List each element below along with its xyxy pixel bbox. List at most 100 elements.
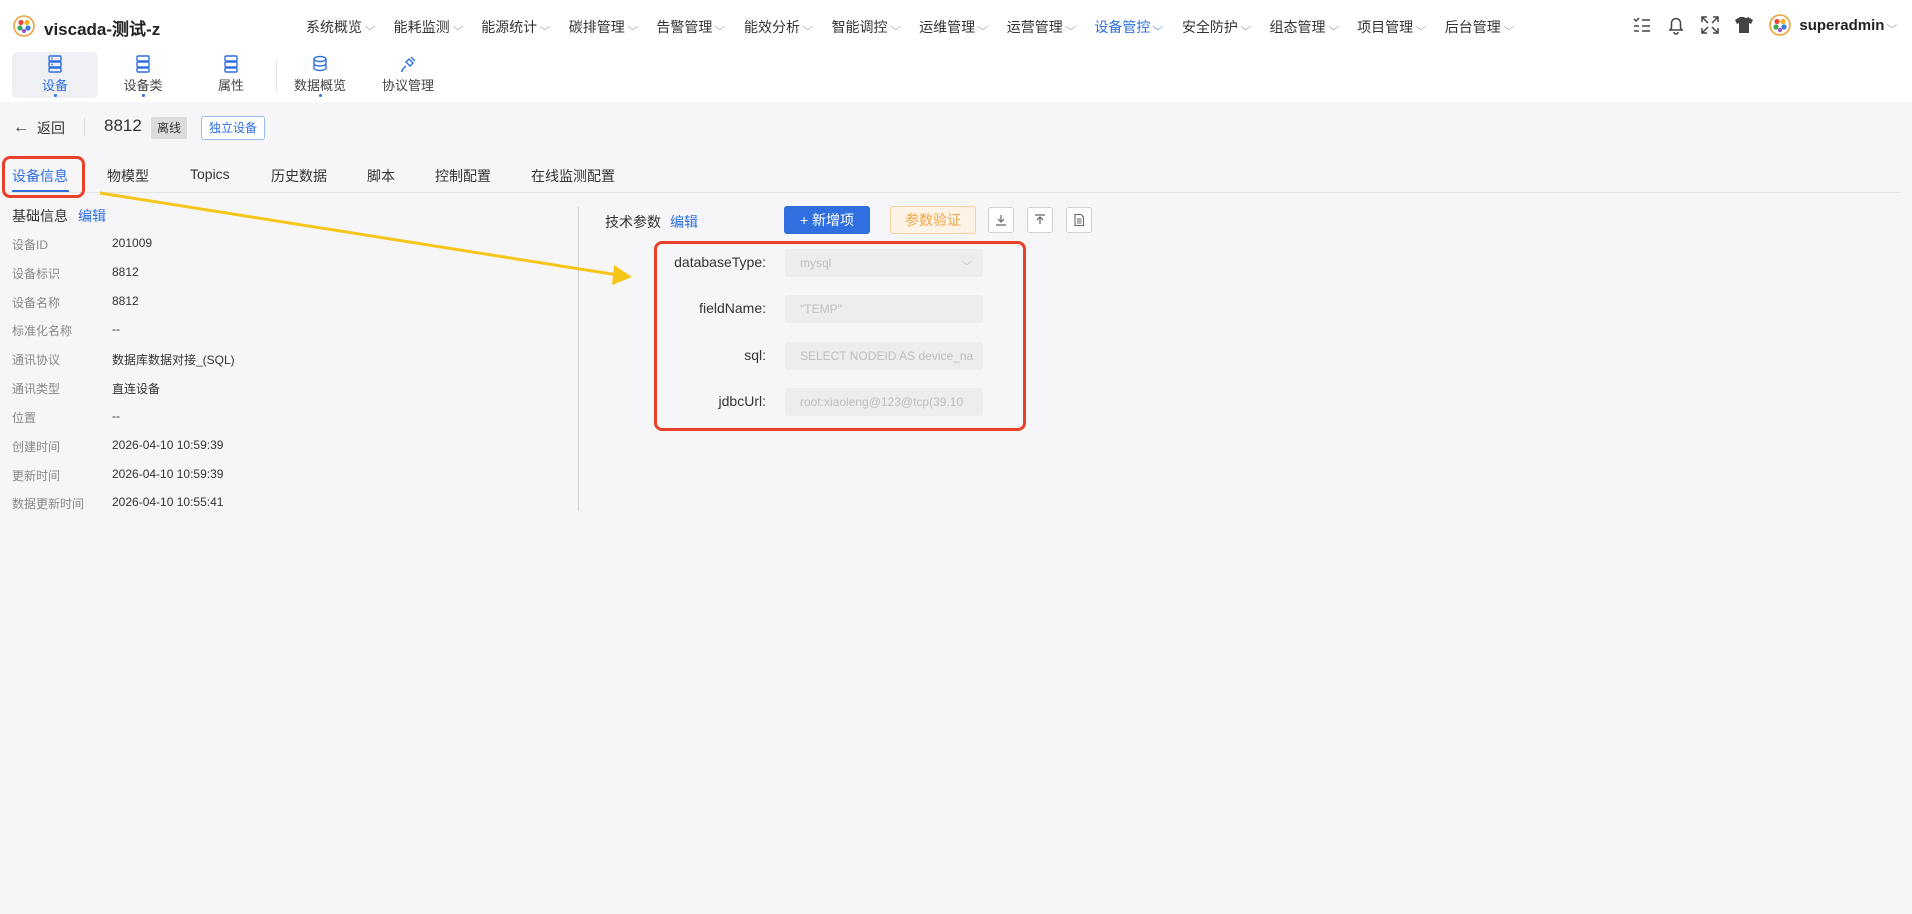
- menu-item-energy-stats[interactable]: 能源统计 ⌵: [481, 17, 550, 37]
- subtab-protocol[interactable]: 协议管理: [365, 52, 451, 98]
- sub-toolbar: 设备 设备类 属性 数据概览 协议管理: [0, 52, 1912, 102]
- info-key: 设备名称: [12, 296, 61, 310]
- device-class-icon: [136, 55, 150, 73]
- menu-item-backend[interactable]: 后台管理 ⌵: [1445, 17, 1514, 37]
- info-key: 数据更新时间: [12, 497, 85, 511]
- basic-info-title: 基础信息: [12, 208, 68, 224]
- document-button[interactable]: [1066, 207, 1092, 233]
- back-label: 返回: [37, 120, 65, 136]
- subtab-data-overview[interactable]: 数据概览: [277, 52, 363, 98]
- annotation-highlight-params: [654, 241, 1026, 431]
- menu-item-operations[interactable]: 运营管理 ⌵: [1007, 17, 1076, 37]
- user-name[interactable]: superadmin: [1799, 17, 1884, 34]
- arrow-left-icon: ←: [13, 119, 29, 136]
- subtab-device-class[interactable]: 设备类: [100, 52, 186, 98]
- info-value: 8812: [112, 294, 139, 308]
- info-value: --: [112, 322, 120, 336]
- document-icon: [1074, 213, 1085, 227]
- task-list-icon[interactable]: [1631, 14, 1653, 36]
- tab-topics[interactable]: Topics: [190, 166, 230, 182]
- menu-item-config[interactable]: 组态管理 ⌵: [1270, 17, 1339, 37]
- subtab-label: 属性: [217, 78, 244, 93]
- avatar-icon[interactable]: [1769, 14, 1792, 36]
- chevron-down-icon: ⌵: [1415, 21, 1427, 33]
- tab-history-data[interactable]: 历史数据: [271, 166, 327, 186]
- database-icon: [313, 55, 327, 72]
- attribute-icon: [224, 55, 238, 73]
- annotation-arrow: [99, 191, 632, 285]
- tab-thing-model[interactable]: 物模型: [107, 166, 149, 186]
- info-value: 2026-04-10 10:59:39: [112, 438, 224, 452]
- status-badge: 离线: [151, 117, 188, 139]
- top-navbar: viscada-测试-z 系统概览 ⌵ 能耗监测 ⌵ 能源统计 ⌵ 碳排管理 ⌵ 告警管…: [0, 0, 1912, 52]
- column-divider: [578, 207, 579, 511]
- theme-shirt-icon[interactable]: [1733, 14, 1755, 36]
- info-value: 2026-04-10 10:55:41: [112, 495, 224, 509]
- device-type-badge: 独立设备: [201, 116, 266, 140]
- menu-item-alarm[interactable]: 告警管理 ⌵: [656, 17, 726, 37]
- info-key: 创建时间: [12, 440, 61, 454]
- detail-tabs: 设备信息 物模型 Topics 历史数据 脚本 控制配置 在线监测配置: [0, 166, 1900, 193]
- subtab-device[interactable]: 设备: [12, 52, 98, 98]
- info-value: 8812: [112, 265, 139, 279]
- add-item-button[interactable]: + 新增项: [784, 206, 870, 234]
- top-right-tools: superadmin ⌵: [1619, 14, 1912, 36]
- upload-button[interactable]: [1027, 207, 1053, 233]
- chevron-down-icon: ⌵: [1065, 21, 1076, 33]
- back-button[interactable]: ← 返回: [13, 118, 65, 138]
- info-value: --: [112, 409, 120, 423]
- verify-params-button[interactable]: 参数验证: [890, 206, 976, 234]
- info-value: 数据库数据对接_(SQL): [112, 353, 235, 367]
- app-logo-icon: [13, 15, 35, 37]
- menu-item-energy-monitor[interactable]: 能耗监测 ⌵: [394, 17, 463, 37]
- subtab-label: 数据概览: [293, 78, 346, 93]
- app-title: viscada-测试-z: [44, 20, 161, 39]
- main-menu: 系统概览 ⌵ 能耗监测 ⌵ 能源统计 ⌵ 碳排管理 ⌵ 告警管理 ⌵ 能效分析 ⌵ 智能调控…: [306, 17, 1532, 37]
- chevron-down-icon: ⌵: [1152, 21, 1164, 33]
- upload-icon: [1035, 214, 1045, 224]
- menu-item-maintenance[interactable]: 运维管理 ⌵: [919, 17, 989, 37]
- subtab-attribute[interactable]: 属性: [188, 52, 274, 98]
- dot-indicator: [319, 94, 322, 97]
- info-key: 位置: [12, 411, 37, 425]
- tech-params-edit-link[interactable]: 编辑: [670, 212, 698, 232]
- menu-item-smart-control[interactable]: 智能调控 ⌵: [832, 17, 901, 37]
- plug-icon: [401, 56, 416, 72]
- fullscreen-icon[interactable]: [1699, 14, 1721, 36]
- annotation-highlight-tab: [2, 156, 85, 198]
- chevron-down-icon: ⌵: [802, 21, 814, 33]
- menu-item-overview[interactable]: 系统概览 ⌵: [306, 17, 376, 37]
- chevron-down-icon: ⌵: [627, 21, 638, 33]
- subtab-label: 设备类: [123, 78, 163, 93]
- info-key: 设备标识: [12, 267, 61, 281]
- header-divider: [84, 118, 85, 136]
- chevron-down-icon: ⌵: [977, 21, 989, 33]
- basic-info-edit-link[interactable]: 编辑: [78, 206, 106, 226]
- chevron-down-icon: ⌵: [452, 21, 463, 33]
- tab-script[interactable]: 脚本: [367, 166, 395, 186]
- chevron-down-icon: ⌵: [364, 21, 376, 33]
- menu-item-project[interactable]: 项目管理 ⌵: [1357, 17, 1427, 37]
- menu-item-carbon[interactable]: 碳排管理 ⌵: [569, 17, 638, 37]
- menu-item-device-control[interactable]: 设备管控 ⌵: [1094, 17, 1164, 37]
- info-key: 标准化名称: [12, 324, 73, 338]
- info-key: 通讯类型: [12, 382, 61, 396]
- chevron-down-icon: ⌵: [1328, 21, 1339, 33]
- tech-params-title: 技术参数: [605, 214, 661, 230]
- info-key: 设备ID: [12, 238, 49, 252]
- menu-item-security[interactable]: 安全防护 ⌵: [1182, 17, 1251, 37]
- dot-indicator: [142, 94, 145, 97]
- tab-online-monitor-config[interactable]: 在线监测配置: [531, 166, 615, 186]
- chevron-down-icon[interactable]: ⌵: [1887, 20, 1898, 31]
- menu-item-efficiency[interactable]: 能效分析 ⌵: [744, 17, 814, 37]
- active-dot: [54, 94, 57, 97]
- download-icon: [996, 215, 1006, 226]
- download-button[interactable]: [988, 207, 1014, 233]
- chevron-down-icon: ⌵: [890, 21, 901, 33]
- chevron-down-icon: ⌵: [714, 21, 726, 33]
- subtab-label: 协议管理: [381, 78, 434, 93]
- bell-icon[interactable]: [1665, 14, 1687, 36]
- device-title: 8812: [104, 116, 142, 135]
- info-value: 2026-04-10 10:59:39: [112, 467, 224, 481]
- tab-control-config[interactable]: 控制配置: [435, 166, 491, 186]
